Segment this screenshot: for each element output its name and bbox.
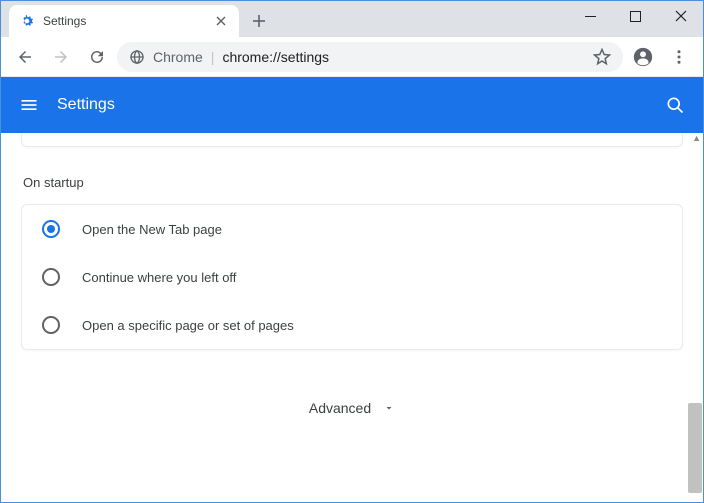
settings-header: Settings bbox=[1, 77, 703, 133]
back-button[interactable] bbox=[9, 41, 41, 73]
previous-section-card bbox=[21, 133, 683, 147]
radio-label: Open the New Tab page bbox=[82, 222, 222, 237]
gear-icon bbox=[19, 13, 35, 29]
omnibox-host: Chrome bbox=[153, 49, 203, 65]
scrollbar[interactable]: ▲ bbox=[687, 133, 703, 502]
startup-card: Open the New Tab page Continue where you … bbox=[21, 204, 683, 350]
close-window-button[interactable] bbox=[658, 1, 703, 31]
settings-content[interactable]: On startup Open the New Tab page Continue… bbox=[1, 133, 703, 502]
startup-option[interactable]: Continue where you left off bbox=[22, 253, 682, 301]
profile-avatar-icon[interactable] bbox=[627, 41, 659, 73]
forward-button[interactable] bbox=[45, 41, 77, 73]
close-icon[interactable] bbox=[213, 13, 229, 29]
advanced-label: Advanced bbox=[309, 400, 371, 416]
minimize-button[interactable] bbox=[568, 1, 613, 31]
omnibox-url: chrome://settings bbox=[222, 49, 329, 65]
tab-title: Settings bbox=[43, 14, 213, 28]
bookmark-star-icon[interactable] bbox=[593, 48, 611, 66]
radio-button[interactable] bbox=[42, 220, 60, 238]
hamburger-menu-icon[interactable] bbox=[19, 95, 39, 115]
chevron-down-icon bbox=[383, 402, 395, 414]
search-icon[interactable] bbox=[665, 95, 685, 115]
radio-label: Open a specific page or set of pages bbox=[82, 318, 294, 333]
scroll-up-arrow-icon[interactable]: ▲ bbox=[692, 133, 701, 143]
startup-option[interactable]: Open the New Tab page bbox=[22, 205, 682, 253]
browser-window: Settings bbox=[0, 0, 704, 503]
radio-button[interactable] bbox=[42, 268, 60, 286]
address-bar[interactable]: Chrome | chrome://settings bbox=[117, 42, 623, 72]
omnibox-separator: | bbox=[211, 49, 215, 65]
titlebar: Settings bbox=[1, 1, 703, 37]
radio-label: Continue where you left off bbox=[82, 270, 236, 285]
browser-tab[interactable]: Settings bbox=[9, 5, 239, 37]
maximize-button[interactable] bbox=[613, 1, 658, 31]
section-heading: On startup bbox=[23, 175, 703, 190]
new-tab-button[interactable] bbox=[245, 7, 273, 35]
page-title: Settings bbox=[57, 96, 665, 114]
advanced-toggle[interactable]: Advanced bbox=[1, 400, 703, 416]
radio-button[interactable] bbox=[42, 316, 60, 334]
startup-option[interactable]: Open a specific page or set of pages bbox=[22, 301, 682, 349]
content-area: On startup Open the New Tab page Continue… bbox=[1, 133, 703, 502]
toolbar: Chrome | chrome://settings bbox=[1, 37, 703, 77]
reload-button[interactable] bbox=[81, 41, 113, 73]
site-info-icon[interactable] bbox=[129, 49, 145, 65]
window-controls bbox=[568, 1, 703, 31]
scrollbar-thumb[interactable] bbox=[688, 403, 702, 493]
kebab-menu-icon[interactable] bbox=[663, 41, 695, 73]
